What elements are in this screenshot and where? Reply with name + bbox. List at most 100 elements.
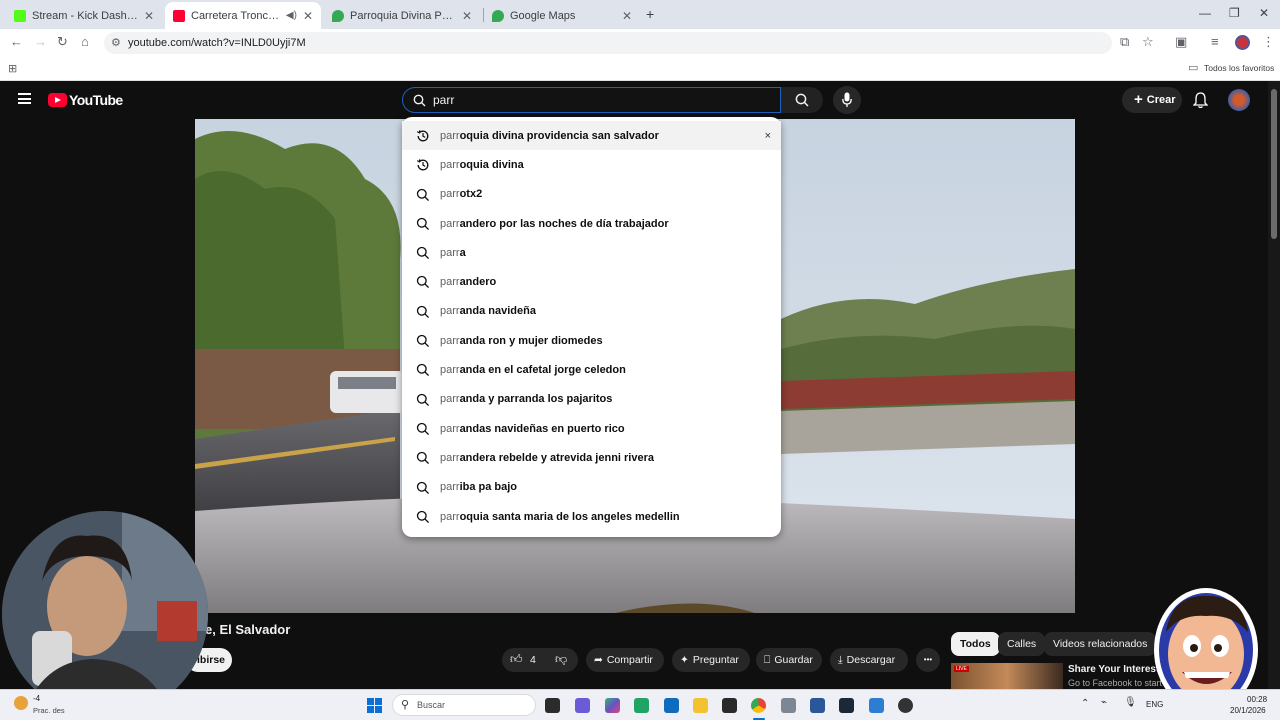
network-icon[interactable]: ⌁ [1101, 697, 1107, 708]
voice-search-button[interactable] [833, 86, 861, 114]
suggestion-item[interactable]: parr anda navideña [402, 297, 781, 326]
page-scrollbar[interactable] [1268, 81, 1280, 720]
reading-mode-icon[interactable]: ▣ [1175, 34, 1187, 50]
reload-icon[interactable]: ↻ [57, 34, 68, 50]
new-tab-button[interactable]: + [646, 6, 654, 22]
ask-button[interactable]: ✦ Preguntar [672, 648, 750, 672]
tab-youtube-video[interactable]: Carretera Troncal del Norte ◀) ✕ [165, 2, 321, 29]
back-icon[interactable]: ← [10, 34, 23, 49]
tab-google-maps[interactable]: Google Maps ✕ [484, 2, 640, 29]
more-actions-button[interactable]: ••• [916, 648, 940, 672]
steam-icon[interactable] [839, 698, 854, 713]
webcam-feed [2, 511, 208, 717]
like-icon[interactable]: 👍︎ [510, 652, 523, 667]
chrome-menu-icon[interactable]: ⋮ [1262, 34, 1275, 50]
search-icon [416, 393, 430, 406]
suggestion-item[interactable]: parr iba pa bajo [402, 473, 781, 502]
download-button[interactable]: ⤓ Descargar [830, 648, 908, 672]
share-button[interactable]: ➦ Compartir [586, 648, 664, 672]
word-icon[interactable] [810, 698, 825, 713]
suggestion-item[interactable]: parr oquia divina providencia san salvado… [402, 121, 781, 151]
suggestion-item[interactable]: parr anda y parranda los pajaritos [402, 385, 781, 414]
close-tab-icon[interactable]: ✕ [144, 9, 154, 23]
maps-pin-icon [492, 9, 504, 22]
chip-all[interactable]: Todos [951, 632, 1000, 656]
close-window-icon[interactable]: ✕ [1259, 6, 1269, 20]
search-button[interactable] [781, 87, 823, 113]
close-tab-icon[interactable]: ✕ [303, 9, 313, 23]
speaker-icon[interactable]: ◀) [286, 10, 297, 21]
close-tab-icon[interactable]: ✕ [622, 9, 632, 23]
bookmark-star-icon[interactable]: ☆ [1142, 34, 1154, 50]
tray-chevron-icon[interactable]: ⌃ [1081, 698, 1089, 709]
search-input[interactable]: parr [402, 87, 781, 113]
search-icon [416, 422, 430, 436]
scrollbar-thumb[interactable] [1271, 89, 1277, 239]
windows-start-icon[interactable] [367, 698, 382, 713]
suggestion-typed-prefix: parr [440, 393, 460, 406]
address-bar[interactable]: ⚙ youtube.com/watch?v=INLD0Uyji7M [104, 32, 1112, 54]
teams-icon[interactable] [575, 698, 590, 713]
task-view-icon[interactable] [545, 698, 560, 713]
youtube-logo-text[interactable]: YouTube [69, 92, 123, 108]
bookmarks-bar: ⊞ ▭ Todos los favoritos [0, 57, 1280, 81]
weather-icon[interactable] [14, 696, 28, 710]
suggestion-item[interactable]: parr andas navideñas en puerto rico [402, 414, 781, 443]
outlook-icon[interactable] [664, 698, 679, 713]
suggestion-item[interactable]: parr a [402, 238, 781, 267]
app-icon[interactable] [722, 698, 737, 713]
camtasia-icon[interactable] [634, 698, 649, 713]
suggestion-item[interactable]: parr otx2 [402, 180, 781, 209]
remove-history-icon[interactable]: × [765, 130, 771, 142]
clock-date[interactable]: 20/1/2026 [1230, 706, 1266, 715]
install-app-icon[interactable]: ⧉ [1120, 34, 1129, 50]
notifications-bell-icon[interactable] [1193, 92, 1208, 108]
taskbar-search-box[interactable]: ⚲ Buscar [392, 694, 536, 716]
microphone-icon[interactable]: 🎙︎ [1124, 697, 1137, 708]
camera-icon[interactable] [781, 698, 796, 713]
clock-time[interactable]: 00:28 [1247, 695, 1267, 704]
suggestion-completion: iba pa bajo [459, 481, 518, 494]
copilot-icon[interactable] [605, 698, 620, 713]
language-indicator[interactable]: ENG [1146, 700, 1163, 709]
search-icon [416, 247, 430, 260]
store-icon[interactable] [869, 698, 884, 713]
search-suggestions: parr oquia divina providencia san salvado… [402, 117, 781, 537]
create-button[interactable]: + Crear [1122, 87, 1182, 113]
apps-grid-icon[interactable]: ⊞ [8, 62, 17, 75]
menu-icon[interactable] [18, 93, 31, 104]
suggestion-item[interactable]: parr oquia santa maria de los angeles med… [402, 502, 781, 531]
chip-streets[interactable]: Calles [998, 632, 1046, 656]
tab-parroquia-maps[interactable]: Parroquia Divina Providencia - ✕ [324, 2, 480, 29]
share-label: Compartir [606, 654, 653, 666]
ad-thumbnail[interactable]: LIVE [951, 663, 1063, 689]
suggestion-typed-prefix: parr [440, 364, 460, 377]
suggestion-typed-prefix: parr [440, 217, 460, 230]
tab-kick-dashboard[interactable]: Stream - Kick Dashboard ✕ [6, 2, 162, 29]
suggestion-item[interactable]: parr oquia divina [402, 150, 781, 179]
account-avatar[interactable] [1228, 89, 1250, 111]
profile-avatar[interactable] [1235, 35, 1250, 50]
media-controls-icon[interactable]: ≡ [1211, 34, 1219, 49]
suggestion-typed-prefix: parr [440, 510, 460, 523]
all-bookmarks-link[interactable]: Todos los favoritos [1204, 63, 1274, 73]
file-explorer-icon[interactable] [693, 698, 708, 713]
suggestion-item[interactable]: parr anda ron y mujer diomedes [402, 326, 781, 355]
site-info-icon[interactable]: ⚙ [111, 32, 121, 54]
save-button[interactable]: ⎕ Guardar [756, 648, 822, 672]
youtube-logo-icon[interactable] [48, 93, 67, 107]
forward-icon[interactable]: → [34, 34, 47, 49]
suggestion-item[interactable]: parr andera rebelde y atrevida jenni rive… [402, 443, 781, 472]
dislike-icon[interactable]: 👎︎ [555, 652, 567, 667]
obs-icon[interactable] [898, 698, 913, 713]
suggestion-item[interactable]: parr andero por las noches de día trabaja… [402, 209, 781, 238]
suggestion-item[interactable]: parr andero [402, 267, 781, 296]
search-icon [795, 93, 809, 107]
suggestion-item[interactable]: parr anda en el cafetal jorge celedon [402, 355, 781, 384]
restore-icon[interactable]: ❐ [1229, 6, 1240, 20]
close-tab-icon[interactable]: ✕ [462, 9, 472, 23]
minimize-icon[interactable]: — [1199, 6, 1211, 20]
home-icon[interactable]: ⌂ [81, 34, 89, 49]
chrome-icon[interactable] [751, 698, 766, 713]
chip-related[interactable]: Videos relacionados [1044, 632, 1157, 656]
